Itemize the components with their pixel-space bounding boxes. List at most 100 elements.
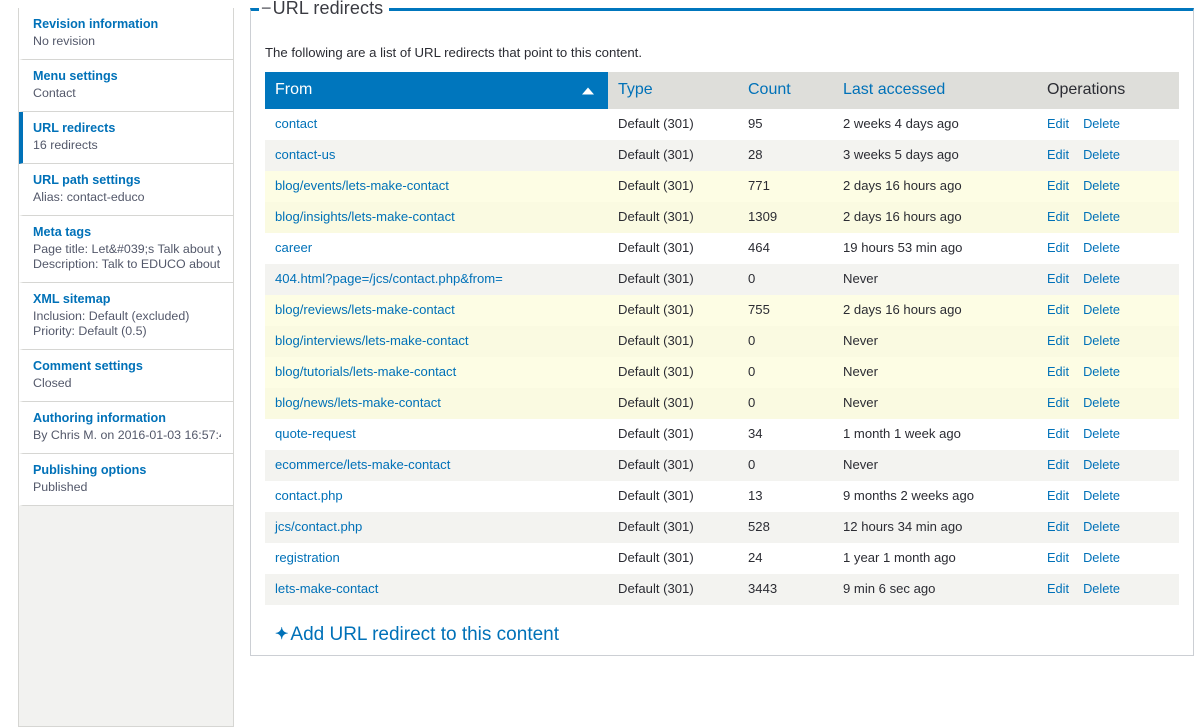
redirect-source-link[interactable]: blog/tutorials/lets-make-contact: [275, 364, 456, 379]
sidebar-item-title: Publishing options: [33, 463, 147, 477]
cell-from: blog/insights/lets-make-contact: [265, 202, 608, 233]
cell-type: Default (301): [608, 295, 738, 326]
column-header-type-label: Type: [618, 81, 653, 98]
redirect-source-link[interactable]: contact.php: [275, 488, 343, 503]
sidebar-item-title: Revision information: [33, 17, 159, 31]
delete-link[interactable]: Delete: [1083, 581, 1120, 596]
column-header-from-label: From: [275, 81, 313, 98]
sidebar-item-summary: 16 redirects: [33, 138, 98, 152]
edit-link[interactable]: Edit: [1047, 426, 1069, 441]
cell-from: 404.html?page=/jcs/contact.php&from=: [265, 264, 608, 295]
delete-link[interactable]: Delete: [1083, 333, 1120, 348]
sidebar-item-authoring-information[interactable]: Authoring information By Chris M. on 2016…: [19, 402, 233, 454]
cell-last-accessed: Never: [833, 326, 1037, 357]
edit-link[interactable]: Edit: [1047, 364, 1069, 379]
cell-type: Default (301): [608, 450, 738, 481]
column-header-type[interactable]: Type: [608, 72, 738, 109]
cell-count: 0: [738, 357, 833, 388]
sidebar-item-summary: Published: [33, 480, 88, 494]
redirect-source-link[interactable]: blog/insights/lets-make-contact: [275, 209, 455, 224]
cell-count: 528: [738, 512, 833, 543]
edit-link[interactable]: Edit: [1047, 581, 1069, 596]
sidebar-item-xml-sitemap[interactable]: XML sitemap Inclusion: Default (excluded)…: [19, 283, 233, 350]
delete-link[interactable]: Delete: [1083, 364, 1120, 379]
sidebar-item-title: Meta tags: [33, 225, 92, 239]
edit-link[interactable]: Edit: [1047, 147, 1069, 162]
redirect-source-link[interactable]: contact-us: [275, 147, 335, 162]
sidebar-item-publishing-options[interactable]: Publishing options Published: [19, 454, 233, 506]
edit-link[interactable]: Edit: [1047, 395, 1069, 410]
redirect-source-link[interactable]: registration: [275, 550, 340, 565]
cell-type: Default (301): [608, 357, 738, 388]
add-url-redirect-link[interactable]: ✦ Add URL redirect to this content: [275, 624, 559, 647]
cell-type: Default (301): [608, 543, 738, 574]
delete-link[interactable]: Delete: [1083, 488, 1120, 503]
cell-type: Default (301): [608, 233, 738, 264]
redirect-source-link[interactable]: career: [275, 240, 312, 255]
table-row: blog/events/lets-make-contact Default (30…: [265, 171, 1179, 202]
cell-from: blog/interviews/lets-make-contact: [265, 326, 608, 357]
redirect-source-link[interactable]: blog/reviews/lets-make-contact: [275, 302, 455, 317]
redirect-source-link[interactable]: jcs/contact.php: [275, 519, 362, 534]
redirect-source-link[interactable]: quote-request: [275, 426, 356, 441]
sidebar-item-revision-information[interactable]: Revision information No revision: [19, 8, 233, 60]
edit-link[interactable]: Edit: [1047, 178, 1069, 193]
sidebar-item-menu-settings[interactable]: Menu settings Contact: [19, 60, 233, 112]
edit-link[interactable]: Edit: [1047, 271, 1069, 286]
cell-count: 28: [738, 140, 833, 171]
cell-count: 755: [738, 295, 833, 326]
cell-last-accessed: 2 weeks 4 days ago: [833, 109, 1037, 140]
redirect-source-link[interactable]: lets-make-contact: [275, 581, 378, 596]
redirect-source-link[interactable]: ecommerce/lets-make-contact: [275, 457, 450, 472]
column-header-last-accessed[interactable]: Last accessed: [833, 72, 1037, 109]
sidebar-item-url-path-settings[interactable]: URL path settings Alias: contact-educo: [19, 164, 233, 216]
redirect-source-link[interactable]: 404.html?page=/jcs/contact.php&from=: [275, 271, 503, 286]
delete-link[interactable]: Delete: [1083, 116, 1120, 131]
edit-link[interactable]: Edit: [1047, 550, 1069, 565]
delete-link[interactable]: Delete: [1083, 426, 1120, 441]
delete-link[interactable]: Delete: [1083, 395, 1120, 410]
edit-link[interactable]: Edit: [1047, 457, 1069, 472]
collapse-toggle-icon[interactable]: −: [261, 0, 272, 18]
sidebar-item-summary: Priority: Default (0.5): [33, 324, 147, 338]
delete-link[interactable]: Delete: [1083, 147, 1120, 162]
delete-link[interactable]: Delete: [1083, 457, 1120, 472]
delete-link[interactable]: Delete: [1083, 240, 1120, 255]
delete-link[interactable]: Delete: [1083, 178, 1120, 193]
edit-link[interactable]: Edit: [1047, 333, 1069, 348]
cell-type: Default (301): [608, 140, 738, 171]
edit-link[interactable]: Edit: [1047, 240, 1069, 255]
cell-type: Default (301): [608, 326, 738, 357]
column-header-from[interactable]: From: [265, 72, 608, 109]
edit-link[interactable]: Edit: [1047, 116, 1069, 131]
edit-link[interactable]: Edit: [1047, 209, 1069, 224]
edit-link[interactable]: Edit: [1047, 519, 1069, 534]
cell-count: 34: [738, 419, 833, 450]
edit-link[interactable]: Edit: [1047, 302, 1069, 317]
sidebar-item-summary: No revision: [33, 34, 95, 48]
sidebar-item-summary: Alias: contact-educo: [33, 190, 145, 204]
cell-operations: Edit Delete: [1037, 543, 1179, 574]
cell-last-accessed: 2 days 16 hours ago: [833, 171, 1037, 202]
redirect-source-link[interactable]: blog/events/lets-make-contact: [275, 178, 449, 193]
delete-link[interactable]: Delete: [1083, 550, 1120, 565]
redirect-source-link[interactable]: contact: [275, 116, 317, 131]
sidebar-item-title: URL path settings: [33, 173, 141, 187]
cell-type: Default (301): [608, 388, 738, 419]
delete-link[interactable]: Delete: [1083, 271, 1120, 286]
cell-operations: Edit Delete: [1037, 481, 1179, 512]
cell-from: blog/events/lets-make-contact: [265, 171, 608, 202]
sidebar-item-meta-tags[interactable]: Meta tags Page title: Let&#039;s Talk abo…: [19, 216, 233, 283]
sidebar-item-url-redirects[interactable]: URL redirects 16 redirects: [19, 112, 233, 164]
redirect-source-link[interactable]: blog/interviews/lets-make-contact: [275, 333, 469, 348]
delete-link[interactable]: Delete: [1083, 302, 1120, 317]
column-header-operations: Operations: [1037, 72, 1179, 109]
sidebar-item-comment-settings[interactable]: Comment settings Closed: [19, 350, 233, 402]
column-header-count[interactable]: Count: [738, 72, 833, 109]
delete-link[interactable]: Delete: [1083, 519, 1120, 534]
edit-link[interactable]: Edit: [1047, 488, 1069, 503]
panel-legend[interactable]: −URL redirects: [259, 0, 390, 19]
redirect-source-link[interactable]: blog/news/lets-make-contact: [275, 395, 441, 410]
delete-link[interactable]: Delete: [1083, 209, 1120, 224]
cell-from: blog/tutorials/lets-make-contact: [265, 357, 608, 388]
